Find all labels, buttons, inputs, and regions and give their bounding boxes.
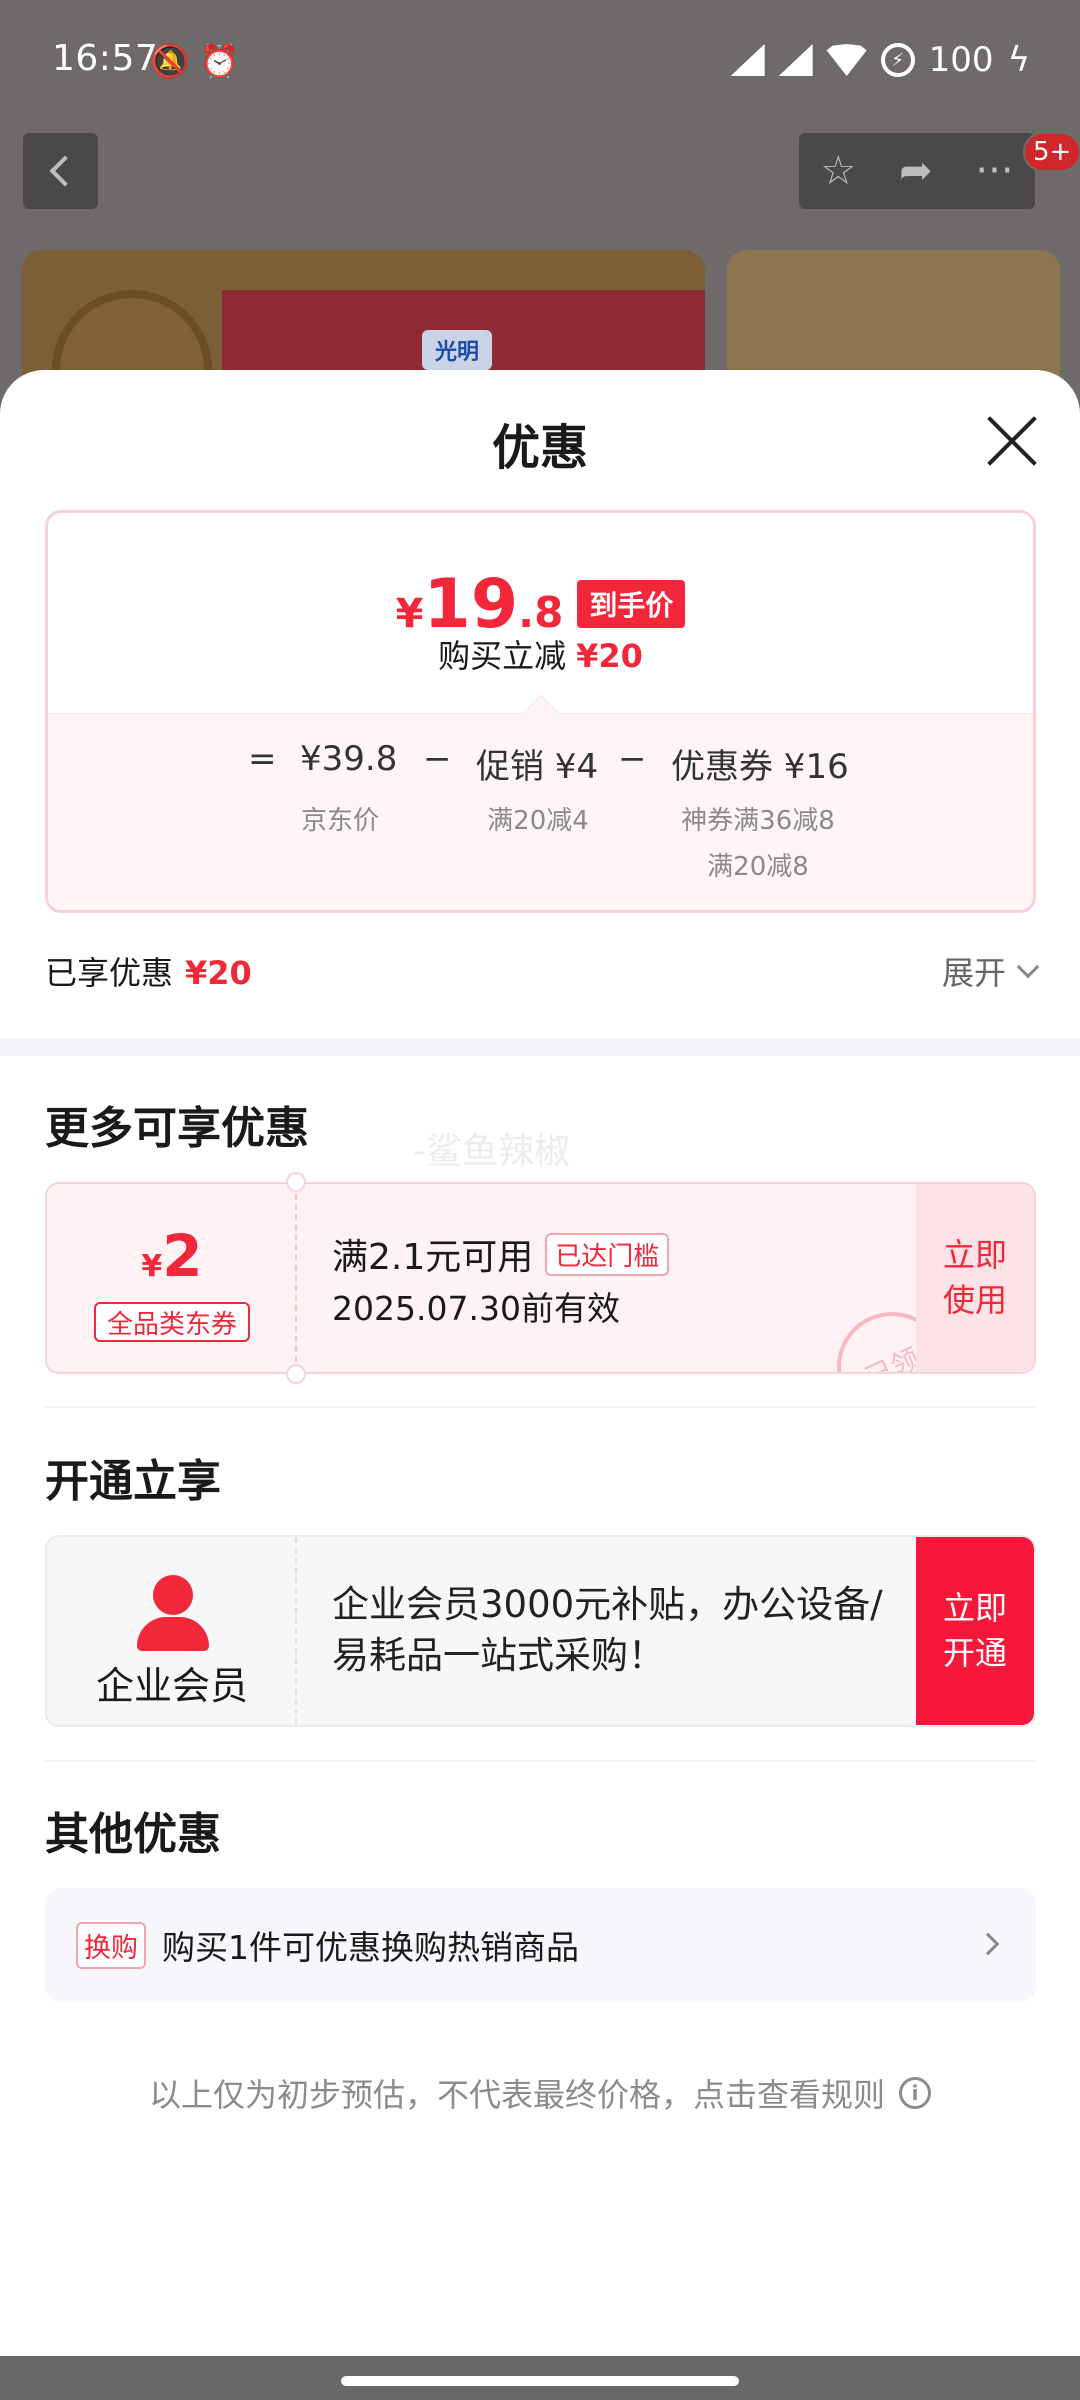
coupon-condition: 满2.1元可用 已达门槛 bbox=[332, 1228, 670, 1280]
disclaimer[interactable]: 以上仅为初步预估，不代表最终价格，点击查看规则 i bbox=[0, 2070, 1080, 2116]
promo-discount: 促销 ¥4 bbox=[476, 747, 599, 787]
buy-reduce: 购买立减 ¥20 bbox=[438, 637, 643, 675]
coupon-discount: 优惠券 ¥16 bbox=[671, 747, 849, 787]
jd-price-label: 京东价 bbox=[300, 806, 379, 836]
alarm-icon: ⏰ bbox=[199, 42, 240, 80]
member-description: 企业会员3000元补贴，办公设备/易耗品一站式采购！ bbox=[332, 1583, 883, 1678]
minus-sign: − bbox=[423, 739, 452, 779]
coupon-expiry: 2025.07.30前有效 bbox=[332, 1289, 620, 1328]
discount-sheet: 优惠 ¥ 19 .8 到手价 购买立减 ¥20 = ¥39.8 京东价 − 促销 … bbox=[0, 370, 1080, 2356]
wifi-icon bbox=[826, 44, 867, 76]
battery-level: 100 bbox=[928, 40, 994, 80]
mute-icon: 🔕 bbox=[150, 42, 190, 80]
chevron-left-icon bbox=[48, 155, 81, 187]
member-name: 企业会员 bbox=[95, 1664, 248, 1708]
home-indicator[interactable] bbox=[341, 2376, 739, 2386]
more-discounts-title: 更多可享优惠 bbox=[45, 1103, 309, 1154]
more-icon[interactable]: ··· bbox=[975, 148, 1013, 194]
coupon-type-tag: 全品类东券 bbox=[94, 1302, 250, 1342]
product-logo: 光明 bbox=[422, 330, 492, 370]
open-now-button[interactable]: 立即开通 bbox=[916, 1537, 1034, 1725]
hand-price-tag: 到手价 bbox=[577, 580, 686, 628]
signal-icon bbox=[730, 44, 765, 76]
sheet-title: 优惠 bbox=[491, 420, 588, 476]
price-formula: = ¥39.8 京东价 − 促销 ¥4 满20减4 − 优惠券 ¥16 神券满3… bbox=[48, 694, 1033, 910]
chevron-right-icon bbox=[976, 1932, 1000, 1956]
coupon-label: 满20减8 bbox=[707, 852, 809, 882]
person-icon bbox=[153, 1575, 193, 1615]
star-icon[interactable]: ☆ bbox=[820, 148, 856, 194]
status-bar: 16:57 🔕 ⏰ ⚡ 100 ϟ bbox=[0, 0, 1080, 124]
price-card: ¥ 19 .8 到手价 购买立减 ¥20 = ¥39.8 京东价 − 促销 ¥4 … bbox=[45, 510, 1036, 913]
member-card[interactable]: 企业会员 企业会员3000元补贴，办公设备/易耗品一站式采购！ 立即开通 bbox=[45, 1535, 1036, 1727]
jd-price: ¥39.8 bbox=[300, 739, 398, 779]
use-now-button[interactable]: 立即使用 bbox=[916, 1184, 1034, 1372]
share-icon[interactable]: ➦ bbox=[899, 148, 933, 194]
battery-saver-icon: ⚡ bbox=[880, 43, 915, 77]
minus-sign: − bbox=[618, 739, 647, 779]
trade-in-tag: 换购 bbox=[76, 1921, 146, 1969]
expand-button[interactable]: 展开 bbox=[942, 948, 1040, 994]
notification-badge: 5+ bbox=[1023, 132, 1080, 172]
info-icon: i bbox=[899, 2077, 931, 2109]
other-discounts-title: 其他优惠 bbox=[45, 1809, 221, 1860]
coupon-label: 神券满36减8 bbox=[681, 806, 835, 836]
watermark: -鲨鱼辣椒 bbox=[413, 1131, 570, 1172]
signal-icon bbox=[778, 44, 813, 76]
status-time: 16:57 bbox=[52, 38, 159, 79]
trade-in-row[interactable]: 换购 购买1件可优惠换购热销商品 bbox=[45, 1888, 1036, 2002]
action-group: ☆ ➦ ··· bbox=[799, 133, 1035, 209]
threshold-reached-tag: 已达门槛 bbox=[545, 1232, 670, 1276]
close-icon[interactable] bbox=[985, 415, 1039, 469]
trade-in-text: 购买1件可优惠换购热销商品 bbox=[162, 1928, 579, 1967]
open-benefits-title: 开通立享 bbox=[45, 1456, 221, 1507]
enjoyed-discount: 已享优惠 ¥20 bbox=[45, 954, 252, 992]
coupon-amount: ¥2 bbox=[141, 1222, 203, 1290]
coupon-card[interactable]: ¥2 全品类东券 满2.1元可用 已达门槛 2025.07.30前有效 已领 立… bbox=[45, 1182, 1036, 1374]
section-divider bbox=[0, 1038, 1080, 1056]
chevron-down-icon bbox=[1016, 955, 1040, 979]
charging-icon: ϟ bbox=[1007, 40, 1030, 80]
back-button[interactable] bbox=[23, 133, 98, 209]
promo-label: 满20减4 bbox=[487, 806, 589, 836]
background-page: 16:57 🔕 ⏰ ⚡ 100 ϟ ☆ ➦ ··· 5+ 光明 bbox=[0, 0, 1080, 410]
equals-sign: = bbox=[248, 739, 277, 779]
